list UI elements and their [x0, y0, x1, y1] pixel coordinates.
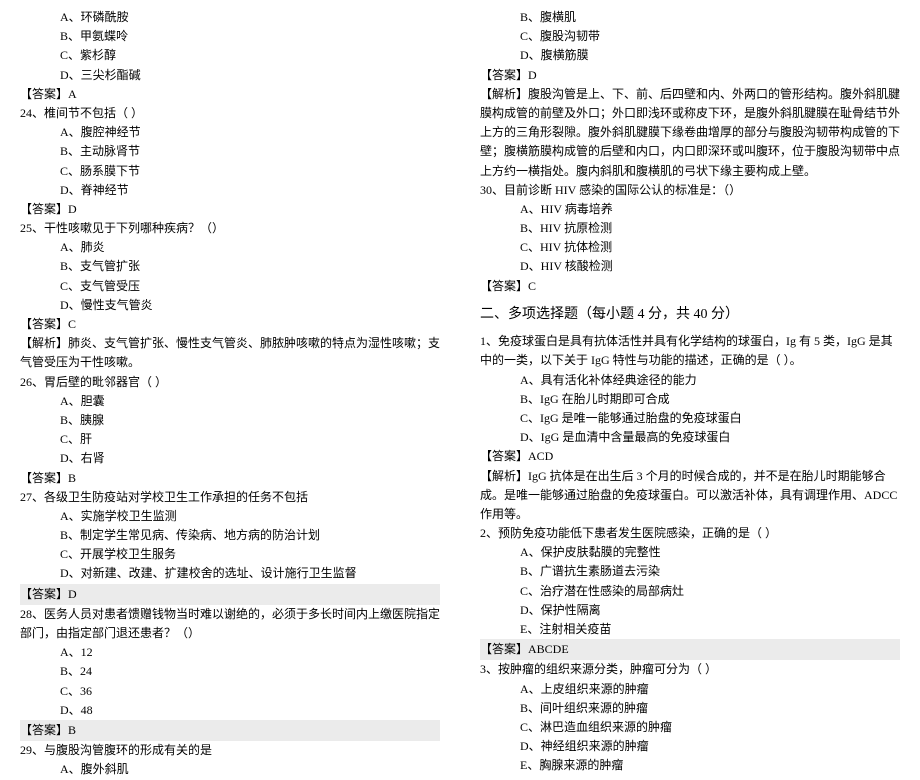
mq1-option: D、IgG 是血清中含量最高的免疫球蛋白 [480, 428, 900, 447]
q30-option: C、HIV 抗体检测 [480, 238, 900, 257]
mq1-option: A、具有活化补体经典途径的能力 [480, 371, 900, 390]
mq1-stem: 1、免疫球蛋白是具有抗体活性并具有化学结构的球蛋白，Ig 有 5 类，IgG 是… [480, 332, 900, 370]
mq3-option: C、淋巴造血组织来源的肿瘤 [480, 718, 900, 737]
mq3-option: A、上皮组织来源的肿瘤 [480, 680, 900, 699]
mq1-option: B、IgG 在胎儿时期即可合成 [480, 390, 900, 409]
mq2-option: D、保护性隔离 [480, 601, 900, 620]
q28-answer: 【答案】B [20, 720, 440, 741]
q24-answer: 【答案】D [20, 200, 440, 219]
mq3-option: E、胸腺来源的肿瘤 [480, 756, 900, 775]
q27-option: B、制定学生常见病、传染病、地方病的防治计划 [20, 526, 440, 545]
q27-answer: 【答案】D [20, 584, 440, 605]
q30-option: A、HIV 病毒培养 [480, 200, 900, 219]
q23-answer: 【答案】A [20, 85, 440, 104]
q24-stem: 24、椎间节不包括（ ） [20, 104, 440, 123]
q23-option: B、甲氨蝶呤 [20, 27, 440, 46]
q29-explanation: 【解析】腹股沟管是上、下、前、后四壁和内、外两口的管形结构。腹外斜肌腱膜构成管的… [480, 85, 900, 181]
left-column: A、环磷酰胺 B、甲氨蝶呤 C、紫杉醇 D、三尖杉酯碱 【答案】A 24、椎间节… [20, 8, 460, 643]
mq2-option: C、治疗潜在性感染的局部病灶 [480, 582, 900, 601]
q25-option: C、支气管受压 [20, 277, 440, 296]
mq2-stem: 2、预防免疫功能低下患者发生医院感染，正确的是（ ） [480, 524, 900, 543]
q25-option: A、肺炎 [20, 238, 440, 257]
q25-option: B、支气管扩张 [20, 257, 440, 276]
section-2-heading: 二、多项选择题（每小题 4 分，共 40 分） [480, 304, 900, 326]
q24-option: C、肠系膜下节 [20, 162, 440, 181]
mq2-option: A、保护皮肤黏膜的完整性 [480, 543, 900, 562]
q26-option: D、右肾 [20, 449, 440, 468]
mq2-option: E、注射相关疫苗 [480, 620, 900, 639]
q30-answer: 【答案】C [480, 277, 900, 296]
mq2-option: B、广谱抗生素肠道去污染 [480, 562, 900, 581]
q26-option: B、胰腺 [20, 411, 440, 430]
q28-option: C、36 [20, 682, 440, 701]
q26-stem: 26、胃后壁的毗邻器官（ ） [20, 373, 440, 392]
mq1-answer: 【答案】ACD [480, 447, 900, 466]
q28-option: B、24 [20, 662, 440, 681]
q23-option: C、紫杉醇 [20, 46, 440, 65]
q28-option: A、12 [20, 643, 440, 662]
q26-answer: 【答案】B [20, 469, 440, 488]
q29-stem: 29、与腹股沟管腹环的形成有关的是 [20, 741, 440, 760]
q30-stem: 30、目前诊断 HIV 感染的国际公认的标准是：（） [480, 181, 900, 200]
q25-stem: 25、干性咳嗽见于下列哪种疾病？（） [20, 219, 440, 238]
q29-option: A、腹外斜肌 [20, 760, 440, 779]
q29-option: B、腹横肌 [480, 8, 900, 27]
q26-option: C、肝 [20, 430, 440, 449]
page: A、环磷酰胺 B、甲氨蝶呤 C、紫杉醇 D、三尖杉酯碱 【答案】A 24、椎间节… [0, 0, 920, 651]
q26-option: A、胆囊 [20, 392, 440, 411]
q29-option: D、腹横筋膜 [480, 46, 900, 65]
q29-option: C、腹股沟韧带 [480, 27, 900, 46]
q27-option: C、开展学校卫生服务 [20, 545, 440, 564]
q28-stem: 28、医务人员对患者馈赠钱物当时难以谢绝的，必须于多长时间内上缴医院指定部门，由… [20, 605, 440, 643]
mq2-answer: 【答案】ABCDE [480, 639, 900, 660]
q30-option: B、HIV 抗原检测 [480, 219, 900, 238]
q25-option: D、慢性支气管炎 [20, 296, 440, 315]
q23-option: D、三尖杉酯碱 [20, 66, 440, 85]
mq1-explanation: 【解析】IgG 抗体是在出生后 3 个月的时候合成的，并不是在胎儿时期能够合成。… [480, 467, 900, 525]
mq3-option: B、间叶组织来源的肿瘤 [480, 699, 900, 718]
q27-option: A、实施学校卫生监测 [20, 507, 440, 526]
right-column: B、腹横肌 C、腹股沟韧带 D、腹横筋膜 【答案】D 【解析】腹股沟管是上、下、… [460, 8, 900, 643]
mq1-option: C、IgG 是唯一能够通过胎盘的免疫球蛋白 [480, 409, 900, 428]
mq3-option: D、神经组织来源的肿瘤 [480, 737, 900, 756]
q24-option: D、脊神经节 [20, 181, 440, 200]
mq3-stem: 3、按肿瘤的组织来源分类，肿瘤可分为（ ） [480, 660, 900, 679]
q27-stem: 27、各级卫生防疫站对学校卫生工作承担的任务不包括 [20, 488, 440, 507]
q25-answer: 【答案】C [20, 315, 440, 334]
q28-option: D、48 [20, 701, 440, 720]
q24-option: A、腹腔神经节 [20, 123, 440, 142]
q23-option: A、环磷酰胺 [20, 8, 440, 27]
q30-option: D、HIV 核酸检测 [480, 257, 900, 276]
q24-option: B、主动脉肾节 [20, 142, 440, 161]
q29-answer: 【答案】D [480, 66, 900, 85]
q27-option: D、对新建、改建、扩建校舍的选址、设计施行卫生监督 [20, 564, 440, 583]
q25-explanation: 【解析】肺炎、支气管扩张、慢性支气管炎、肺脓肿咳嗽的特点为湿性咳嗽；支气管受压为… [20, 334, 440, 372]
